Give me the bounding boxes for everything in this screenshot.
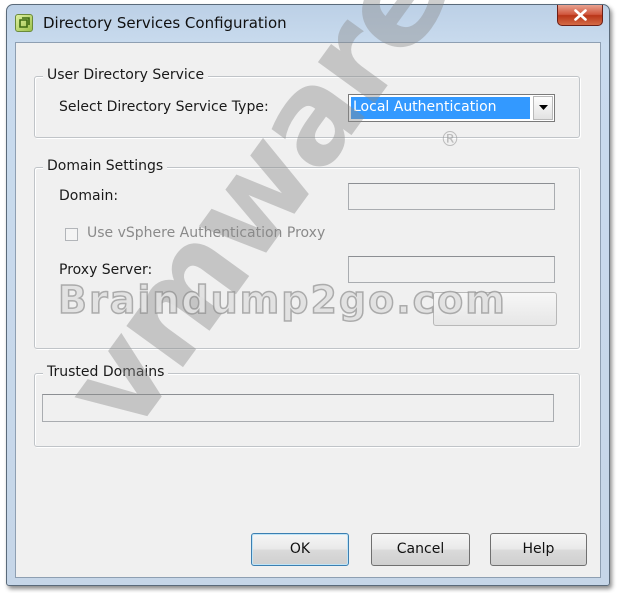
vsphere-app-icon xyxy=(15,14,33,32)
ok-button[interactable]: OK xyxy=(251,533,349,566)
domain-settings-legend: Domain Settings xyxy=(43,158,168,174)
domain-field[interactable] xyxy=(348,183,555,210)
proxy-checkbox-label: Use vSphere Authentication Proxy xyxy=(87,225,326,241)
directory-service-type-label: Select Directory Service Type: xyxy=(59,99,269,115)
dialog-window: Directory Services Configuration User Di… xyxy=(6,4,610,586)
trusted-domains-group: Trusted Domains xyxy=(34,364,580,447)
proxy-server-field[interactable] xyxy=(348,256,555,283)
user-directory-service-group: User Directory Service Select Directory … xyxy=(34,67,580,138)
directory-service-type-value: Local Authentication xyxy=(351,97,530,119)
chevron-down-icon xyxy=(539,105,548,110)
window-title: Directory Services Configuration xyxy=(43,14,287,32)
cancel-button[interactable]: Cancel xyxy=(371,533,470,566)
domain-settings-group: Domain Settings Domain: Use vSphere Auth… xyxy=(34,158,580,349)
trusted-domains-legend: Trusted Domains xyxy=(43,364,169,380)
close-icon xyxy=(574,9,587,21)
proxy-checkbox[interactable] xyxy=(65,228,78,241)
trusted-domains-list[interactable] xyxy=(42,394,554,422)
domain-action-button[interactable] xyxy=(433,292,557,326)
directory-service-type-select[interactable]: Local Authentication xyxy=(348,94,555,122)
domain-label: Domain: xyxy=(59,188,119,204)
help-button[interactable]: Help xyxy=(490,533,587,566)
proxy-server-label: Proxy Server: xyxy=(59,262,153,278)
dialog-client-area: User Directory Service Select Directory … xyxy=(15,42,601,578)
title-bar[interactable]: Directory Services Configuration xyxy=(7,5,609,41)
user-directory-service-legend: User Directory Service xyxy=(43,67,209,83)
dropdown-button[interactable] xyxy=(533,96,553,120)
close-button[interactable] xyxy=(557,5,603,26)
